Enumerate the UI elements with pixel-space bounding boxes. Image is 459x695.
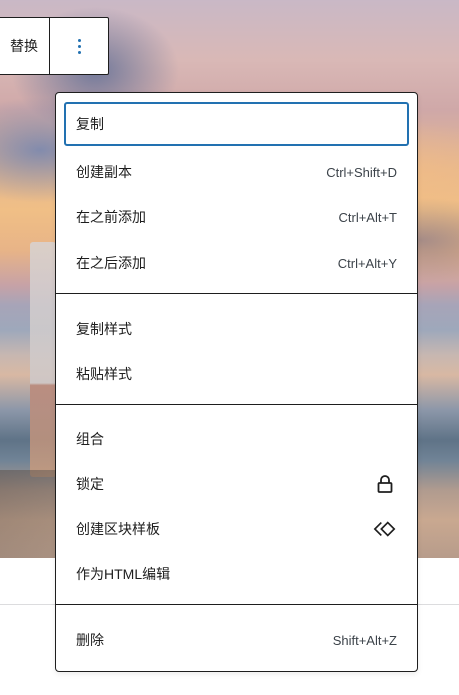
menu-item-label: 在之前添加 — [76, 209, 146, 225]
menu-item-label: 作为HTML编辑 — [76, 566, 171, 582]
menu-item-edit-as-html[interactable]: 作为HTML编辑 — [64, 552, 409, 596]
replace-button[interactable]: 替换 — [0, 18, 50, 74]
menu-item-lock[interactable]: 锁定 — [64, 462, 409, 506]
menu-separator — [56, 604, 417, 605]
lock-icon — [373, 472, 397, 496]
block-options-menu: 复制 创建副本 Ctrl+Shift+D 在之前添加 Ctrl+Alt+T 在之… — [55, 92, 418, 672]
menu-item-copy[interactable]: 复制 — [64, 102, 409, 146]
menu-item-copy-styles[interactable]: 复制样式 — [64, 307, 409, 351]
more-vertical-icon — [77, 38, 81, 54]
menu-item-group[interactable]: 组合 — [64, 417, 409, 461]
menu-item-shortcut: Ctrl+Alt+Y — [337, 255, 397, 271]
menu-item-label: 创建区块样板 — [76, 521, 160, 537]
options-button[interactable] — [50, 18, 108, 74]
menu-item-insert-after[interactable]: 在之后添加 Ctrl+Alt+Y — [64, 241, 409, 285]
menu-item-shortcut: Ctrl+Shift+D — [326, 164, 397, 180]
menu-item-label: 粘贴样式 — [76, 366, 132, 382]
menu-item-label: 锁定 — [76, 476, 104, 492]
menu-separator — [56, 404, 417, 405]
menu-item-label: 创建副本 — [76, 164, 132, 180]
menu-item-label: 复制样式 — [76, 321, 132, 337]
menu-item-label: 在之后添加 — [76, 255, 146, 271]
menu-separator — [56, 293, 417, 294]
menu-item-insert-before[interactable]: 在之前添加 Ctrl+Alt+T — [64, 195, 409, 239]
menu-item-duplicate[interactable]: 创建副本 Ctrl+Shift+D — [64, 150, 409, 194]
lifeguard-tower-image-detail — [30, 242, 56, 477]
menu-item-paste-styles[interactable]: 粘贴样式 — [64, 352, 409, 396]
menu-item-create-pattern[interactable]: 创建区块样板 — [64, 507, 409, 551]
block-toolbar: 替换 — [0, 17, 109, 75]
menu-item-label: 组合 — [76, 431, 104, 447]
pattern-diamond-icon — [373, 517, 397, 541]
menu-item-label: 复制 — [76, 116, 104, 132]
menu-item-delete[interactable]: 删除 Shift+Alt+Z — [64, 618, 409, 662]
menu-item-label: 删除 — [76, 632, 104, 648]
menu-item-shortcut: Ctrl+Alt+T — [338, 209, 397, 225]
menu-item-shortcut: Shift+Alt+Z — [332, 632, 397, 648]
